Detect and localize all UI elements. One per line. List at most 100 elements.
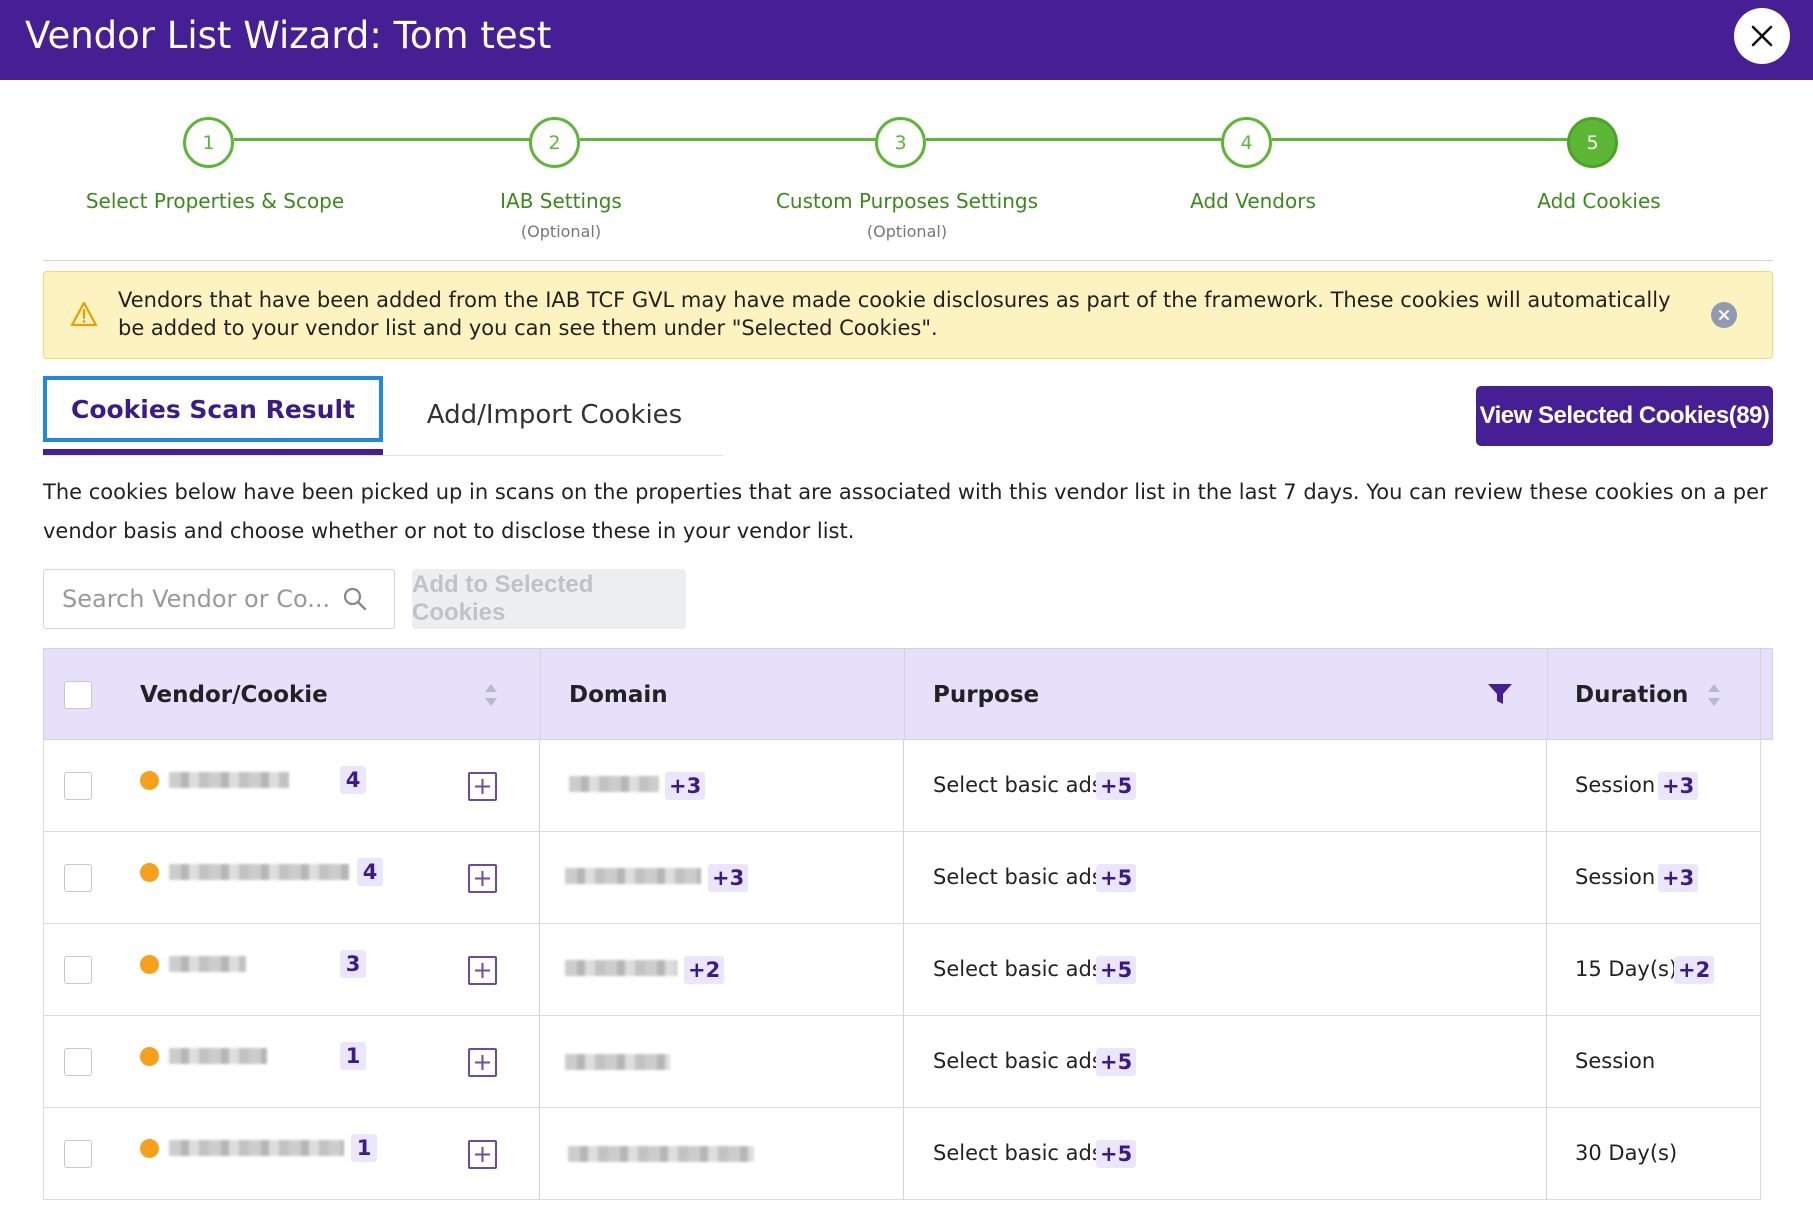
table-row[interactable]: 3 +2 Select basic ads +5 15 Day(s) +2 (43, 924, 1761, 1016)
domain-redacted (565, 868, 701, 884)
row-checkbox[interactable] (64, 1048, 92, 1076)
column-vendor-cookie: Vendor/Cookie (140, 682, 328, 708)
purpose-more-badge: +5 (1096, 864, 1137, 892)
step-2-optional: (Optional) (520, 222, 602, 241)
close-button[interactable] (1734, 8, 1790, 64)
purpose-text: Select basic ads (933, 773, 1103, 797)
tab-cookies-scan-result[interactable]: Cookies Scan Result (43, 376, 383, 442)
step-4-circle[interactable]: 4 (1221, 117, 1272, 168)
step-3-circle[interactable]: 3 (875, 117, 926, 168)
purpose-more-badge: +5 (1096, 1048, 1137, 1076)
domain-redacted (565, 1054, 670, 1070)
column-divider (1546, 740, 1547, 832)
wizard-header: Vendor List Wizard: Tom test (0, 0, 1813, 80)
close-icon (1751, 25, 1773, 47)
table-row[interactable]: 1 Select basic ads +5 30 Day(s) (43, 1108, 1761, 1200)
purpose-more-badge: +5 (1096, 956, 1137, 984)
expand-row-button[interactable] (468, 956, 497, 985)
search-input[interactable] (62, 570, 332, 628)
vendor-name-redacted (169, 956, 246, 972)
row-checkbox[interactable] (64, 864, 92, 892)
step-3-label: Custom Purposes Settings (775, 189, 1039, 213)
column-divider (1546, 924, 1547, 1016)
wizard-title: Vendor List Wizard: Tom test (25, 14, 552, 57)
domain-more-badge: +2 (684, 956, 725, 984)
divider (43, 260, 1773, 261)
column-divider (903, 924, 904, 1016)
duration-text: Session (1575, 1049, 1656, 1073)
status-dot (140, 863, 159, 882)
table-row[interactable]: 4 +3 Select basic ads +5 Session +3 (43, 740, 1761, 832)
info-alert: Vendors that have been added from the IA… (43, 271, 1773, 359)
duration-text: 30 Day(s) (1575, 1141, 1678, 1165)
column-divider (1546, 1016, 1547, 1108)
alert-message: Vendors that have been added from the IA… (118, 288, 1671, 340)
step-4-label: Add Vendors (1190, 189, 1316, 213)
column-divider (539, 832, 540, 924)
table-row[interactable]: 4 +3 Select basic ads +5 Session +3 (43, 832, 1761, 924)
filter-icon[interactable] (1487, 682, 1513, 706)
column-divider (539, 924, 540, 1016)
duration-more-badge: +2 (1674, 956, 1715, 984)
search-icon[interactable] (342, 586, 368, 612)
cookie-count-badge: 4 (357, 858, 383, 886)
view-selected-cookies-button[interactable]: View Selected Cookies(89) (1476, 386, 1773, 446)
column-duration: Duration (1575, 682, 1689, 708)
step-5-label: Add Cookies (1537, 189, 1661, 213)
purpose-text: Select basic ads (933, 865, 1103, 889)
cookie-count-badge: 3 (340, 950, 366, 978)
status-dot (140, 1047, 159, 1066)
row-checkbox[interactable] (64, 1140, 92, 1168)
purpose-text: Select basic ads (933, 957, 1103, 981)
plus-icon (475, 1147, 490, 1162)
expand-row-button[interactable] (468, 864, 497, 893)
add-to-selected-cookies-button[interactable]: Add to Selected Cookies (412, 569, 686, 629)
expand-row-button[interactable] (468, 772, 497, 801)
table-row[interactable]: 1 Select basic ads +5 Session (43, 1016, 1761, 1108)
vendor-name-redacted (169, 1140, 344, 1156)
sort-icon[interactable] (1707, 682, 1721, 708)
expand-row-button[interactable] (468, 1048, 497, 1077)
step-connector (234, 138, 532, 141)
purpose-more-badge: +5 (1096, 1140, 1137, 1168)
step-2-label: IAB Settings (500, 189, 622, 213)
column-divider (903, 1016, 904, 1108)
close-icon (1719, 310, 1729, 320)
step-2-circle[interactable]: 2 (529, 117, 580, 168)
column-divider (1760, 649, 1761, 741)
step-1-label: Select Properties & Scope (85, 189, 345, 213)
plus-icon (475, 1055, 490, 1070)
scan-description: The cookies below have been picked up in… (43, 480, 1768, 543)
search-field[interactable] (43, 569, 395, 629)
vendor-name-redacted (169, 772, 289, 788)
plus-icon (475, 871, 490, 886)
expand-row-button[interactable] (468, 1140, 497, 1169)
step-3-optional: (Optional) (866, 222, 948, 241)
cookie-count-badge: 4 (340, 766, 366, 794)
step-1-circle[interactable]: 1 (183, 117, 234, 168)
row-checkbox[interactable] (64, 956, 92, 984)
vendor-name-redacted (169, 1048, 267, 1064)
select-all-checkbox[interactable] (64, 681, 92, 709)
purpose-text: Select basic ads (933, 1141, 1103, 1165)
plus-icon (475, 963, 490, 978)
column-divider (1546, 832, 1547, 924)
step-5-circle[interactable]: 5 (1567, 117, 1618, 168)
domain-redacted (565, 960, 677, 976)
row-checkbox[interactable] (64, 772, 92, 800)
sort-icon[interactable] (484, 682, 498, 708)
column-divider (903, 740, 904, 832)
status-dot (140, 955, 159, 974)
column-divider (539, 740, 540, 832)
plus-icon (475, 779, 490, 794)
column-divider (540, 649, 541, 741)
step-connector (580, 138, 878, 141)
table-header: Vendor/Cookie Domain Purpose Duration (43, 648, 1773, 741)
alert-close-button[interactable] (1711, 302, 1737, 328)
tab-add-import-cookies[interactable]: Add/Import Cookies (392, 388, 717, 442)
column-divider (1547, 649, 1548, 741)
cookie-count-badge: 1 (340, 1042, 366, 1070)
duration-text: Session (1575, 773, 1656, 797)
column-domain: Domain (569, 682, 668, 708)
column-divider (539, 1108, 540, 1200)
